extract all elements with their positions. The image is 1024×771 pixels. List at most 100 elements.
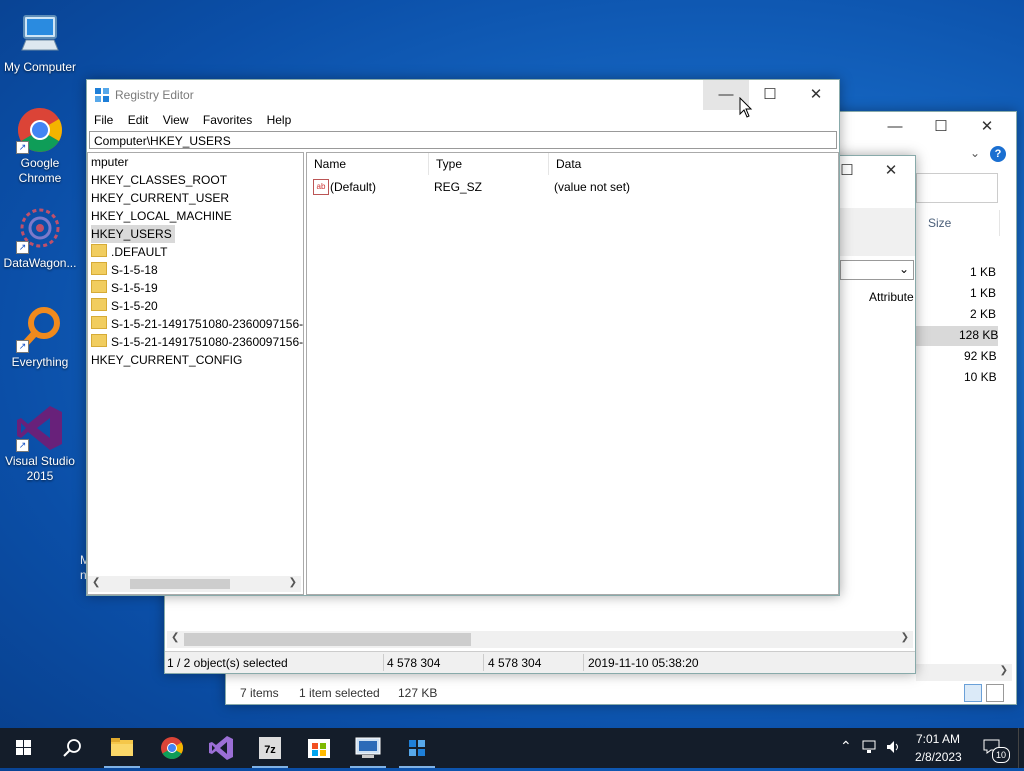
menu-edit[interactable]: Edit	[128, 110, 149, 130]
tree-item-s-1-5-21-user[interactable]: S-1-5-21-1491751080-2360097156-17	[91, 315, 303, 333]
path-combobox[interactable]: ⌄	[840, 260, 914, 280]
tree-item-hkey-local-machine[interactable]: HKEY_LOCAL_MACHINE	[91, 207, 232, 225]
status-modified: 2019-11-10 05:38:20	[588, 656, 699, 670]
folder-icon	[91, 280, 107, 293]
status-size: 4 578 304	[387, 656, 441, 670]
address-bar[interactable]: Computer\HKEY_USERS	[89, 131, 837, 149]
status-bar: 1 / 2 object(s) selected 4 578 304 4 578…	[165, 651, 915, 673]
tree-item-hkey-classes-root[interactable]: HKEY_CLASSES_ROOT	[91, 171, 227, 189]
title-bar[interactable]: Registry Editor — ☐ ✕	[87, 80, 839, 110]
column-header-size[interactable]: Size	[928, 216, 951, 230]
horizontal-scrollbar[interactable]: ❮ ❯	[167, 631, 913, 648]
maximize-button[interactable]: ☐	[918, 112, 964, 142]
minimize-button[interactable]: —	[872, 112, 918, 142]
menu-favorites[interactable]: Favorites	[203, 110, 252, 130]
close-button[interactable]: ✕	[793, 80, 839, 110]
value-row[interactable]: ab (Default) REG_SZ (value not set)	[307, 178, 836, 196]
close-button[interactable]: ✕	[869, 156, 913, 186]
chevron-down-icon[interactable]: ⌄	[899, 262, 909, 276]
tree-item-hkey-current-config[interactable]: HKEY_CURRENT_CONFIG	[91, 351, 242, 369]
file-size: 10 KB	[964, 370, 997, 384]
status-divider	[383, 654, 384, 671]
details-view-icon[interactable]	[964, 684, 982, 702]
menu-file[interactable]: File	[94, 110, 113, 130]
column-header-type[interactable]: Type	[429, 153, 549, 175]
taskbar-visual-studio[interactable]	[197, 728, 245, 768]
registry-editor-icon	[409, 740, 425, 756]
tree-item-computer[interactable]: mputer	[91, 153, 128, 171]
maximize-button[interactable]: ☐	[747, 80, 793, 110]
visual-studio-icon	[209, 736, 233, 760]
desktop-icon-everything[interactable]: ↗ Everything	[0, 305, 80, 370]
column-header-name[interactable]: Name	[307, 153, 429, 175]
value-type: REG_SZ	[434, 180, 483, 194]
horizontal-scrollbar[interactable]: ❯	[916, 664, 1012, 681]
taskbar-remote-desktop[interactable]	[344, 728, 392, 768]
status-divider	[483, 654, 484, 671]
scroll-right-arrow-icon[interactable]: ❯	[289, 577, 297, 588]
clock-date[interactable]: 2/8/2023	[915, 750, 962, 764]
registry-editor-window[interactable]: Registry Editor — ☐ ✕ File Edit View Fav…	[86, 79, 840, 596]
tree-item-s-1-5-18[interactable]: S-1-5-18	[91, 261, 158, 279]
file-size: 128 KB	[959, 328, 999, 342]
notification-count-badge: 10	[992, 747, 1010, 763]
menu-view[interactable]: View	[163, 110, 189, 130]
scroll-right-arrow-icon[interactable]: ❯	[1000, 665, 1008, 676]
scroll-left-arrow-icon[interactable]: ❮	[92, 577, 100, 588]
tree-horizontal-scrollbar[interactable]: ❮ ❯	[88, 576, 301, 592]
chrome-icon: ↗	[16, 106, 64, 154]
value-name: (Default)	[330, 180, 377, 194]
column-header-attribute[interactable]: Attribute	[869, 290, 914, 304]
desktop-icon-label: My Computer	[3, 60, 77, 74]
taskbar-registry-editor[interactable]	[393, 728, 441, 768]
help-icon[interactable]: ?	[990, 146, 1006, 162]
column-header-data[interactable]: Data	[549, 153, 836, 175]
volume-icon[interactable]	[886, 739, 902, 758]
folder-icon	[91, 334, 107, 347]
file-size: 92 KB	[964, 349, 997, 363]
folder-icon	[111, 738, 133, 756]
scrollbar-thumb[interactable]	[130, 579, 230, 589]
shortcut-arrow-icon: ↗	[16, 439, 29, 452]
large-icons-view-icon[interactable]	[986, 684, 1004, 702]
menu-bar: File Edit View Favorites Help	[87, 110, 839, 130]
tree-item-hkey-users[interactable]: HKEY_USERS	[91, 225, 175, 243]
taskbar-7zip[interactable]: 7z	[246, 728, 294, 768]
folder-icon	[91, 316, 107, 329]
desktop-icon-my-computer[interactable]: My Computer	[0, 10, 80, 75]
clock-time[interactable]: 7:01 AM	[916, 732, 960, 746]
status-selected-size: 127 KB	[398, 686, 438, 700]
everything-search-icon: ↗	[16, 305, 64, 353]
values-list[interactable]: Name Type Data ab (Default) REG_SZ (valu…	[306, 152, 839, 595]
scrollbar-thumb[interactable]	[184, 633, 471, 646]
taskbar-store[interactable]	[295, 728, 343, 768]
show-desktop-button[interactable]	[1018, 728, 1024, 768]
desktop-icon-datawagon[interactable]: ↗ DataWagon...	[0, 206, 80, 271]
scroll-left-arrow-icon[interactable]: ❮	[171, 632, 179, 643]
tree-item-hkey-current-user[interactable]: HKEY_CURRENT_USER	[91, 189, 229, 207]
toolbar-area	[840, 208, 915, 256]
desktop-icon-label: DataWagon...	[3, 256, 77, 270]
status-item-count: 7 items	[240, 686, 279, 700]
remote-desktop-icon	[355, 737, 381, 758]
tree-item-s-1-5-21-user-classes[interactable]: S-1-5-21-1491751080-2360097156-17	[91, 333, 303, 351]
registry-tree[interactable]: mputer HKEY_CLASSES_ROOT HKEY_CURRENT_US…	[87, 152, 304, 595]
desktop-icon-google-chrome[interactable]: ↗ Google Chrome	[0, 106, 80, 186]
datawagon-icon: ↗	[16, 206, 64, 254]
tree-item-s-1-5-20[interactable]: S-1-5-20	[91, 297, 158, 315]
network-icon[interactable]	[862, 739, 878, 758]
show-hidden-icons-chevron-icon[interactable]: ⌃	[840, 738, 852, 755]
taskbar-chrome[interactable]	[148, 728, 196, 768]
menu-help[interactable]: Help	[267, 110, 292, 130]
scroll-right-arrow-icon[interactable]: ❯	[901, 632, 909, 643]
start-button[interactable]	[0, 728, 48, 768]
search-box[interactable]	[916, 173, 998, 203]
tree-item-default[interactable]: .DEFAULT	[91, 243, 167, 261]
taskbar-file-explorer[interactable]	[98, 728, 146, 768]
ribbon-expand-chevron-icon[interactable]: ⌄	[970, 146, 980, 160]
desktop-icon-visual-studio[interactable]: ↗ Visual Studio 2015	[0, 404, 80, 484]
svg-text:7z: 7z	[264, 744, 276, 756]
search-button[interactable]	[48, 728, 96, 768]
tree-item-s-1-5-19[interactable]: S-1-5-19	[91, 279, 158, 297]
close-button[interactable]: ✕	[964, 112, 1010, 142]
